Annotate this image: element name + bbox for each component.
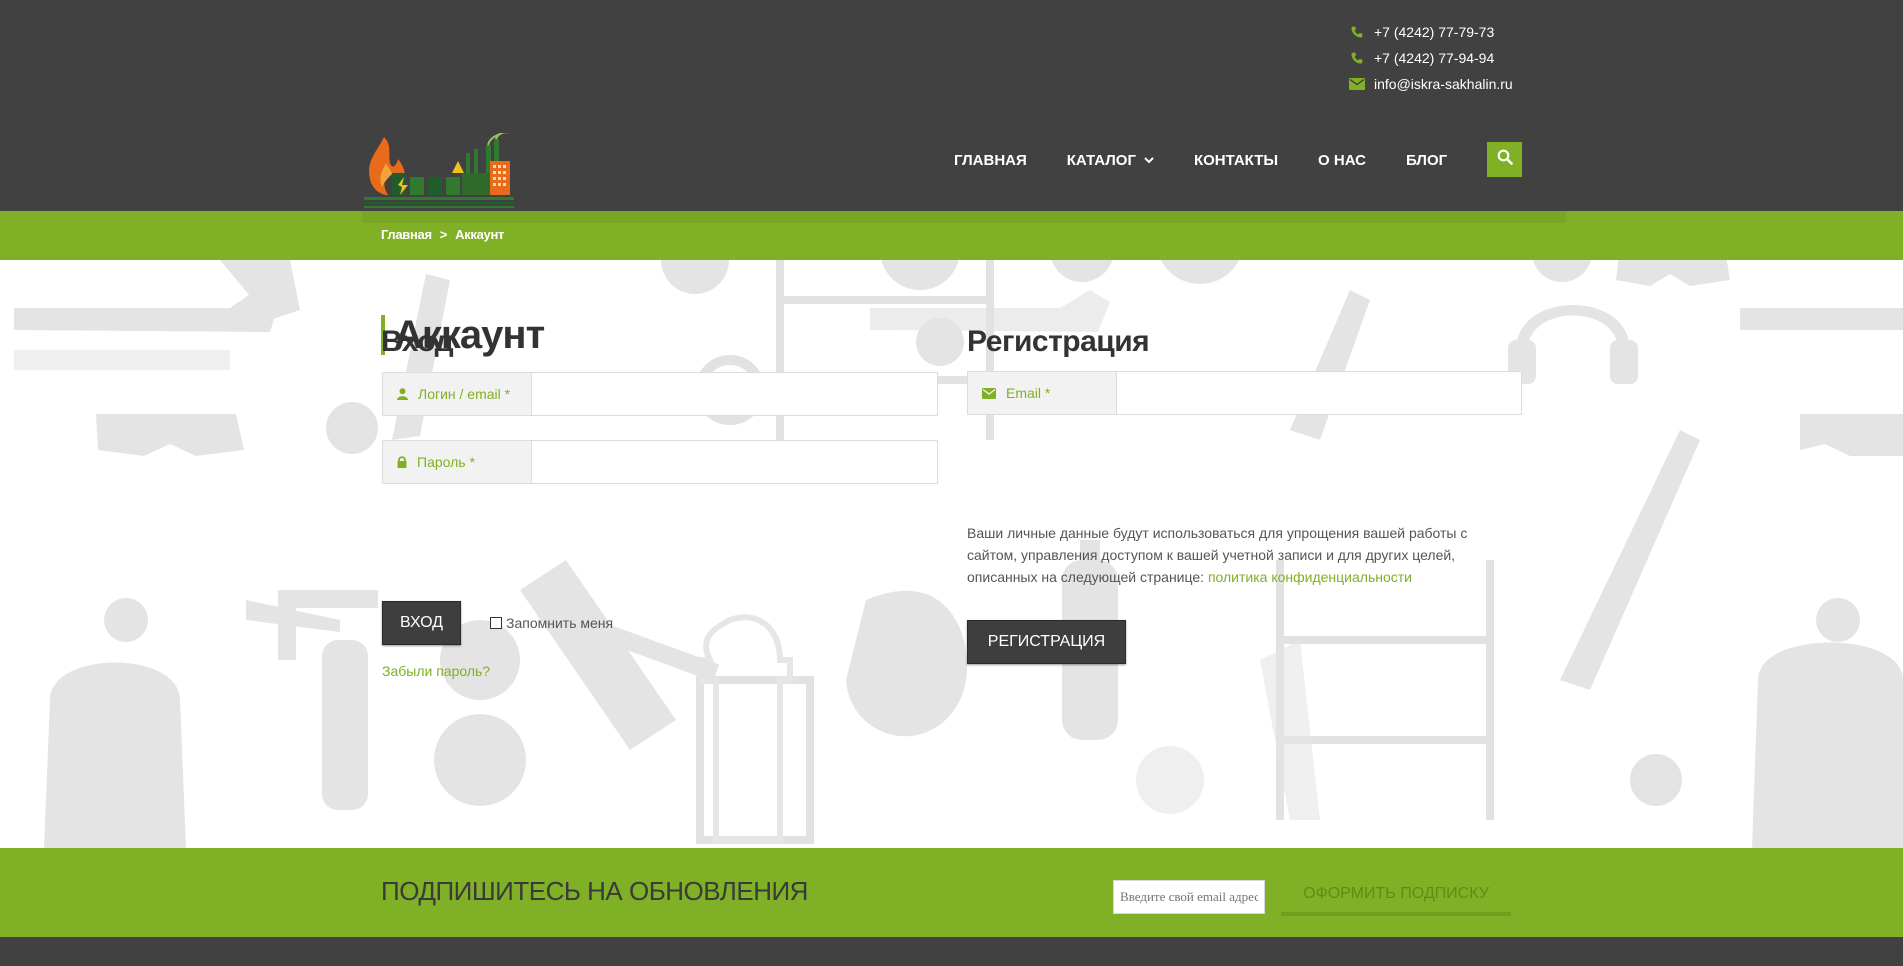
main-nav: ГЛАВНАЯ КАТАЛОГ КОНТАКТЫ О НАС БЛОГ <box>954 143 1487 177</box>
breadcrumb: Главная > Аккаунт <box>381 227 504 242</box>
breadcrumb-separator: > <box>439 227 448 242</box>
subscribe-title: ПОДПИШИТЕСЬ НА ОБНОВЛЕНИЯ <box>381 876 808 906</box>
nav-item-about[interactable]: О НАС <box>1318 152 1366 169</box>
login-field-label: Логин / email * <box>418 386 511 402</box>
phone-icon <box>1346 25 1368 39</box>
chevron-down-icon <box>1144 156 1154 164</box>
breadcrumb-shade <box>362 211 1566 223</box>
remember-me-checkbox[interactable]: Запомнить меня <box>490 615 613 631</box>
nav-item-blog[interactable]: БЛОГ <box>1406 152 1447 169</box>
login-input[interactable] <box>532 373 937 415</box>
breadcrumb-home[interactable]: Главная <box>381 227 432 242</box>
login-field: Логин / email * <box>382 372 938 416</box>
background-tools-pattern <box>14 260 1903 848</box>
register-email-input[interactable] <box>1117 372 1521 414</box>
mail-icon <box>1346 77 1368 91</box>
mail-icon <box>982 387 996 399</box>
password-input[interactable] <box>532 441 937 483</box>
user-icon <box>397 388 408 400</box>
nav-item-home[interactable]: ГЛАВНАЯ <box>954 152 1027 169</box>
contact-email[interactable]: info@iskra-sakhalin.ru <box>1346 71 1513 97</box>
register-email-label-addon: Email * <box>968 372 1117 414</box>
subscribe-email-input[interactable] <box>1113 880 1265 914</box>
site-logo[interactable] <box>362 131 532 211</box>
register-email-label: Email * <box>1006 385 1051 401</box>
password-field-label: Пароль * <box>417 454 475 470</box>
remember-me-label: Запомнить меня <box>506 615 614 631</box>
breadcrumb-bar: Главная > Аккаунт <box>0 211 1903 260</box>
main-content: Аккаунт Вход Логин / email * Пароль * ВХ… <box>0 260 1903 848</box>
privacy-notice: Ваши личные данные будут использоваться … <box>967 522 1507 588</box>
login-title: Вход <box>381 325 454 358</box>
privacy-policy-link[interactable]: политика конфиденциальности <box>1208 569 1412 585</box>
login-field-label-addon: Логин / email * <box>383 373 532 415</box>
phone-icon <box>1346 51 1368 65</box>
nav-item-catalog[interactable]: КАТАЛОГ <box>1067 152 1154 169</box>
subscribe-bar: ПОДПИШИТЕСЬ НА ОБНОВЛЕНИЯ ОФОРМИТЬ ПОДПИ… <box>0 848 1903 937</box>
lock-icon <box>397 456 407 468</box>
contact-phone-2-text: +7 (4242) 77-94-94 <box>1374 50 1495 66</box>
nav-item-contacts[interactable]: КОНТАКТЫ <box>1194 152 1278 169</box>
contact-phone-2[interactable]: +7 (4242) 77-94-94 <box>1346 45 1513 71</box>
forgot-password-link[interactable]: Забыли пароль? <box>382 663 490 679</box>
checkbox-icon <box>490 617 502 629</box>
contact-phone-1-text: +7 (4242) 77-79-73 <box>1374 24 1495 40</box>
register-button[interactable]: РЕГИСТРАЦИЯ <box>967 620 1126 664</box>
subscribe-button[interactable]: ОФОРМИТЬ ПОДПИСКУ <box>1281 876 1511 916</box>
login-button[interactable]: ВХОД <box>382 601 461 645</box>
password-field: Пароль * <box>382 440 938 484</box>
password-field-label-addon: Пароль * <box>383 441 532 483</box>
site-header: +7 (4242) 77-79-73 +7 (4242) 77-94-94 in… <box>0 0 1903 211</box>
search-button[interactable] <box>1487 142 1522 177</box>
contact-list: +7 (4242) 77-79-73 +7 (4242) 77-94-94 in… <box>1346 19 1513 97</box>
breadcrumb-current: Аккаунт <box>455 227 505 242</box>
contact-phone-1[interactable]: +7 (4242) 77-79-73 <box>1346 19 1513 45</box>
register-email-field: Email * <box>967 371 1522 415</box>
site-footer <box>0 937 1903 966</box>
contact-email-text: info@iskra-sakhalin.ru <box>1374 76 1513 92</box>
register-title: Регистрация <box>967 325 1150 358</box>
nav-item-catalog-label: КАТАЛОГ <box>1066 151 1136 169</box>
search-icon <box>1497 149 1513 170</box>
